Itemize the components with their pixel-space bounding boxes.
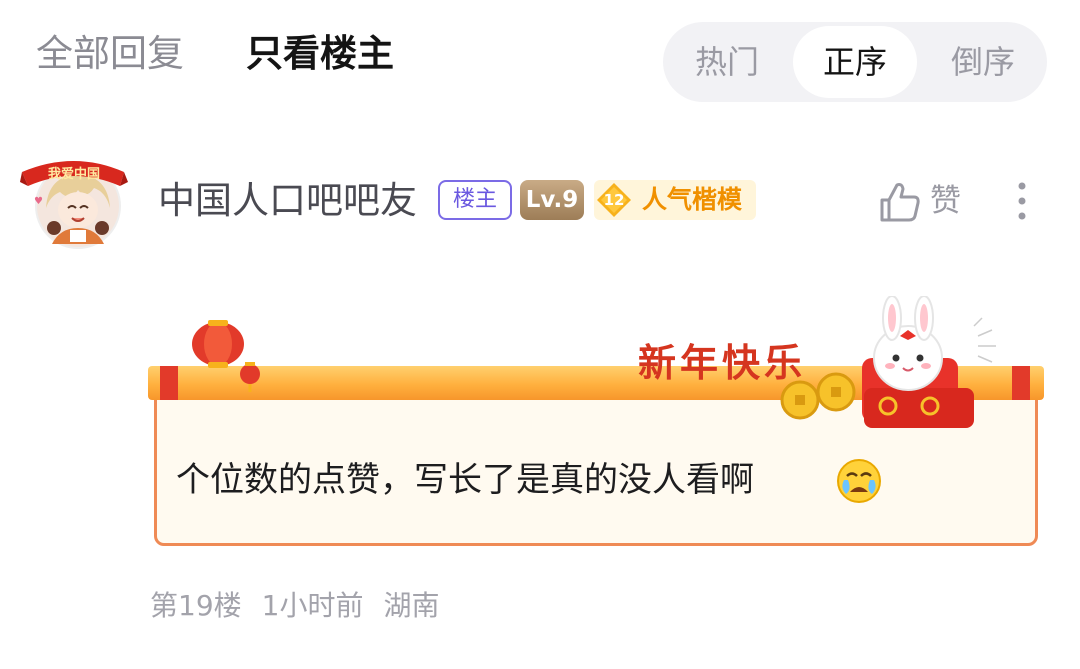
reply-filter-tabs: 全部回复 只看楼主 <box>36 28 394 80</box>
comment-text: 个位数的点赞，写长了是真的没人看啊 <box>176 460 754 500</box>
floor-number: 第19楼 <box>150 589 242 622</box>
level-badge: Lv.9 <box>520 180 584 220</box>
post-reply-view: 全部回复 只看楼主 热门 正序 倒序 我爱中国 ♥ 中国人口吧吧友 楼主 Lv.… <box>0 0 1080 669</box>
tab-all-replies[interactable]: 全部回复 <box>36 28 184 80</box>
popularity-number: 12 <box>603 191 625 209</box>
scroll-cap-left <box>160 366 178 400</box>
popularity-badge[interactable]: 12 人气楷模 <box>594 180 756 220</box>
avatar-caption: 我爱中国 <box>48 166 100 182</box>
like-button[interactable]: 赞 <box>878 178 970 226</box>
username[interactable]: 中国人口吧吧友 <box>158 176 417 226</box>
svg-text:♥: ♥ <box>34 196 43 207</box>
lantern-icon <box>192 320 260 392</box>
crying-face-emoji <box>837 459 881 503</box>
more-vertical-icon[interactable] <box>1006 178 1038 226</box>
owner-badge: 楼主 <box>438 180 512 220</box>
tab-owner-only[interactable]: 只看楼主 <box>246 28 394 80</box>
popularity-label: 人气楷模 <box>642 185 743 214</box>
sort-descending[interactable]: 倒序 <box>919 26 1047 98</box>
sort-selector: 热门 正序 倒序 <box>663 22 1047 102</box>
post-time: 1小时前 <box>261 589 364 622</box>
sort-ascending[interactable]: 正序 <box>793 26 917 98</box>
post-meta: 第19楼 1小时前 湖南 <box>150 586 439 626</box>
post-location: 湖南 <box>383 589 440 622</box>
comment-bubble: 新年快乐 <box>148 296 1048 552</box>
thumbs-up-icon <box>880 183 920 222</box>
sort-hot[interactable]: 热门 <box>663 26 791 98</box>
like-label: 赞 <box>930 183 961 219</box>
rabbit-firecracker-icon <box>780 296 996 428</box>
avatar[interactable]: 我爱中国 ♥ <box>20 148 128 250</box>
